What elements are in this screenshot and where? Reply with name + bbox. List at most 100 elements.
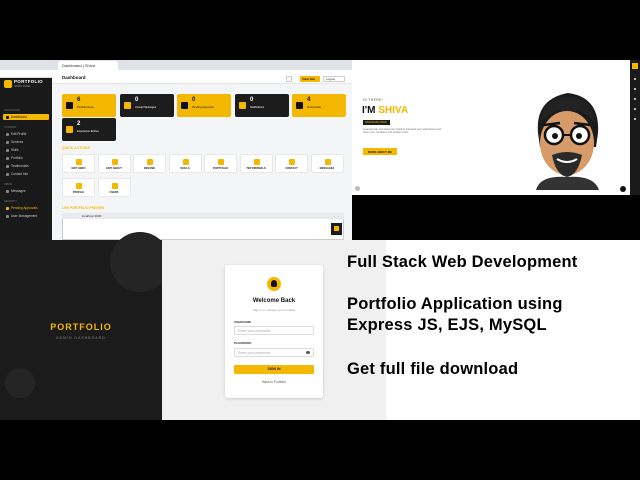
sidebar-item-pending-approvals[interactable]: Pending Approvals bbox=[3, 205, 49, 211]
hero-greeting: HI THERE! bbox=[363, 98, 383, 102]
sidebar-item-label: Contact Info bbox=[11, 172, 29, 176]
quick-action-button[interactable]: CONTACT bbox=[275, 154, 308, 173]
show-password-icon[interactable] bbox=[306, 351, 310, 354]
stat-icon bbox=[181, 102, 188, 109]
sidebar-section-label: NAVIGATION bbox=[4, 109, 20, 112]
decor-circle bbox=[110, 232, 170, 292]
quick-actions-title: QUICK ACTIONS bbox=[62, 146, 90, 150]
browser-tab[interactable]: Dashboard | Shiva bbox=[58, 61, 118, 70]
nav-dot-icon[interactable] bbox=[634, 78, 636, 80]
stat-card: 2 Experience Entries bbox=[62, 118, 116, 141]
quick-action-button[interactable]: RESUME bbox=[133, 154, 166, 173]
sidebar-item-services[interactable]: Services bbox=[3, 139, 49, 145]
quick-action-button[interactable]: PROFILE bbox=[62, 178, 95, 197]
quick-action-button[interactable]: EDIT ABOUT bbox=[97, 154, 131, 173]
video-title-line3: Express JS, EJS, MySQL bbox=[347, 316, 547, 334]
hero-name-prefix: I'M bbox=[362, 105, 379, 116]
sidebar-section-label: INBOX bbox=[4, 183, 13, 186]
thumbnail-root: Dashboard | Shiva localhost:3000/admin/d… bbox=[0, 0, 640, 480]
sidebar-item-label: Edit Profile bbox=[11, 132, 27, 136]
stat-value: 0 bbox=[250, 97, 254, 103]
username-input[interactable]: Enter your username bbox=[234, 326, 314, 335]
stat-value: 4 bbox=[307, 97, 311, 103]
decor-circle bbox=[5, 368, 35, 398]
live-preview-title: LIVE PORTFOLIO PREVIEW bbox=[62, 206, 105, 210]
stat-card: 0 Notifications bbox=[235, 94, 289, 117]
nav-dot-icon[interactable] bbox=[634, 98, 636, 100]
stat-icon bbox=[124, 102, 131, 109]
top-letterbox bbox=[0, 0, 640, 60]
sidebar-item-edit-profile[interactable]: Edit Profile bbox=[3, 131, 49, 137]
quick-action-button[interactable]: TESTIMONIALS bbox=[239, 154, 273, 173]
preview-address-bar: localhost:3000 bbox=[62, 213, 344, 219]
video-title-line2: Portfolio Application using bbox=[347, 295, 563, 313]
hero-name-accent: SHIVA bbox=[378, 105, 409, 116]
nav-logo-icon bbox=[632, 63, 638, 69]
stat-value: 0 bbox=[135, 97, 139, 103]
user-icon bbox=[267, 277, 281, 291]
quick-action-button[interactable]: SKILLS bbox=[168, 154, 202, 173]
sidebar-item-label: Services bbox=[11, 140, 24, 144]
video-title-line4: Get full file download bbox=[347, 360, 519, 378]
quick-action-button[interactable]: PORTFOLIO bbox=[204, 154, 237, 173]
hero-name: I'M SHIVA bbox=[362, 105, 408, 116]
more-about-me-button[interactable]: MORE ABOUT ME bbox=[363, 148, 397, 155]
sidebar-brand: PORTFOLIO bbox=[14, 79, 43, 84]
stat-icon bbox=[66, 126, 73, 133]
stat-value: 6 bbox=[77, 97, 81, 103]
scroll-dot-icon bbox=[355, 186, 360, 191]
sidebar-item-testimonials[interactable]: Testimonials bbox=[3, 163, 49, 169]
sidebar-item-portfolio[interactable]: Portfolio bbox=[3, 155, 49, 161]
login-subtitle: Sign in to manage your portfolio bbox=[252, 308, 296, 312]
stat-label: Portfolio Items bbox=[77, 106, 94, 109]
nav-dot-icon[interactable] bbox=[634, 108, 636, 110]
logo-icon bbox=[4, 80, 12, 88]
stat-card: 6 Portfolio Items bbox=[62, 94, 116, 117]
back-to-portfolio-link[interactable]: Back to Portfolio bbox=[225, 380, 323, 384]
login-brand-sub: ADMIN DASHBOARD bbox=[56, 336, 106, 340]
hero-badge: WEB DEVELOPER bbox=[363, 120, 390, 125]
stat-label: Pending Approvals bbox=[192, 106, 214, 109]
sidebar-item-label: Portfolio bbox=[11, 156, 23, 160]
sidebar-item-messages[interactable]: Messages bbox=[3, 188, 49, 194]
sidebar-item-dashboard[interactable]: Dashboard bbox=[3, 114, 49, 120]
sidebar-item-label: Skills bbox=[11, 148, 19, 152]
notification-icon[interactable] bbox=[286, 76, 292, 82]
sidebar-item-label: User Management bbox=[11, 214, 38, 218]
quick-action-button[interactable]: EDIT HERO bbox=[62, 154, 95, 173]
nav-dot-icon[interactable] bbox=[634, 88, 636, 90]
quick-action-button[interactable]: MESSAGES bbox=[310, 154, 344, 173]
sidebar-section-label: CONTENT bbox=[4, 126, 17, 129]
password-input[interactable]: Enter your password bbox=[234, 348, 314, 357]
video-title-line1: Full Stack Web Development bbox=[347, 253, 578, 271]
sidebar-item-label: Messages bbox=[11, 189, 26, 193]
stat-card: 0 Unread Messages bbox=[120, 94, 174, 117]
cartoon-avatar bbox=[536, 93, 599, 190]
logout-button[interactable]: Logout bbox=[323, 76, 345, 82]
stat-label: Unread Messages bbox=[135, 106, 157, 109]
preview-menu-button[interactable] bbox=[331, 223, 342, 235]
sidebar-item-skills[interactable]: Skills bbox=[3, 147, 49, 153]
stat-card: 0 Pending Approvals bbox=[177, 94, 231, 117]
sidebar-item-label: Pending Approvals bbox=[11, 206, 38, 210]
quick-action-button[interactable]: USERS bbox=[97, 178, 131, 197]
stat-label: Notifications bbox=[250, 106, 265, 109]
login-title: Welcome Back bbox=[252, 298, 296, 304]
stat-value: 2 bbox=[77, 121, 81, 127]
view-site-button[interactable]: View Site bbox=[300, 76, 320, 82]
username-label: USERNAME bbox=[234, 320, 252, 324]
bottom-letterbox bbox=[0, 420, 640, 480]
sidebar-brand-sub: ADMIN PANEL bbox=[14, 85, 31, 88]
hero-right-nav bbox=[630, 60, 640, 195]
nav-dot-icon[interactable] bbox=[634, 118, 636, 120]
sidebar-section-label: SECURITY bbox=[4, 200, 18, 203]
sidebar-item-label: Dashboard bbox=[11, 115, 27, 119]
sidebar-item-contact[interactable]: Contact Info bbox=[3, 171, 49, 177]
sign-in-button[interactable]: SIGN IN bbox=[234, 365, 314, 374]
password-label: PASSWORD bbox=[234, 341, 252, 345]
page-title: Dashboard bbox=[62, 75, 86, 80]
stat-value: 0 bbox=[192, 97, 196, 103]
stat-icon bbox=[66, 102, 73, 109]
sidebar-item-user-management[interactable]: User Management bbox=[3, 213, 49, 219]
dark-mode-toggle[interactable] bbox=[620, 186, 626, 192]
